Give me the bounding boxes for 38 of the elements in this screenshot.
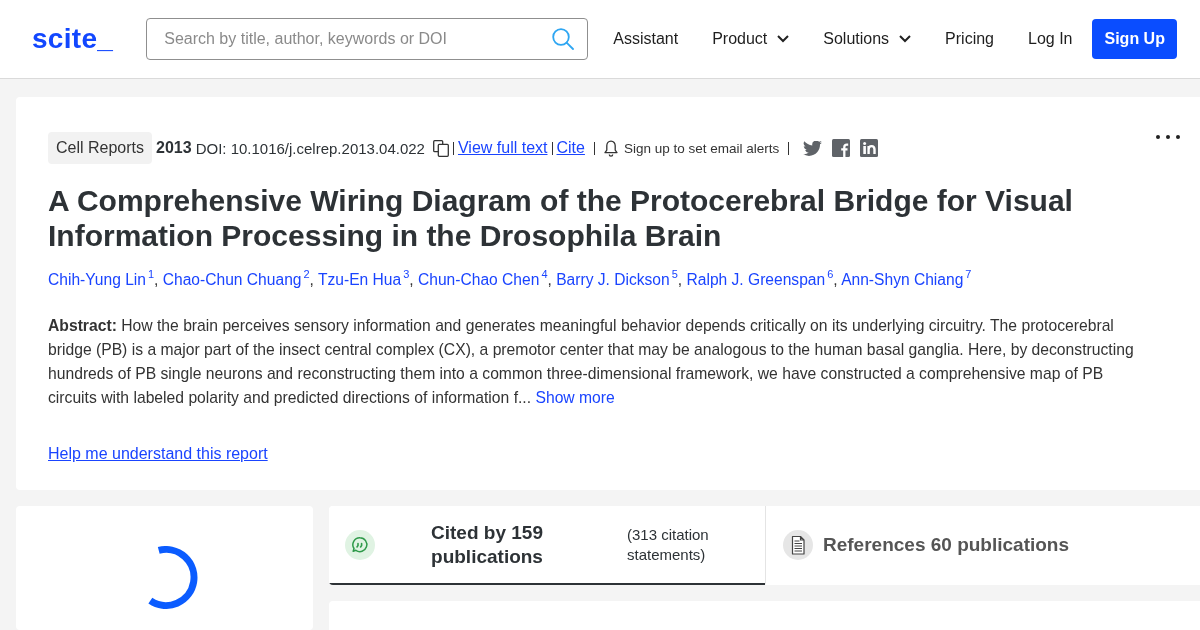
cite-link[interactable]: Cite	[556, 139, 585, 157]
publication-year: 2013	[156, 139, 192, 157]
author-list: Chih-Yung Lin$^{1}$, Chao-Chun Chuang$^{2}$, Tzu-En Hua$^{3}$, Chun-Chao Chen$^{4}$, Barry J. Dickson$^{5}$, Ralph J. Greenspan$^{6}$, Ann-Shyn Chiang$^{7}$	[48, 268, 1180, 292]
help-link[interactable]: Help me understand this report	[48, 442, 268, 466]
full-text-link[interactable]: View full text	[457, 139, 548, 157]
nav-link[interactable]: Assistant	[613, 30, 679, 48]
author-link[interactable]: Ralph J. Greenspan$^{6}$	[686, 271, 834, 288]
journal-tag: Cell Reports	[48, 132, 153, 164]
quote-bubble-icon	[345, 529, 375, 560]
author-link[interactable]: Chih-Yung Lin$^{1}$	[48, 271, 155, 288]
copy-icon[interactable]	[432, 139, 449, 157]
logo[interactable]: scite_	[32, 23, 114, 55]
nav-menu-button[interactable]: Product	[712, 30, 790, 48]
twitter-icon[interactable]	[803, 140, 823, 156]
document-icon	[783, 529, 813, 560]
more-icon[interactable]	[1156, 135, 1180, 139]
author-link[interactable]: Chao-Chun Chuang$^{2}$	[162, 271, 310, 288]
nav-menu-button[interactable]: Solutions	[823, 30, 912, 48]
doi-text: DOI: 10.1016/j.celrep.2013.04.022	[195, 139, 425, 157]
loading-spinner-icon	[148, 546, 198, 609]
linkedin-icon[interactable]	[860, 139, 879, 157]
nav-link[interactable]: Pricing	[945, 30, 994, 48]
abstract-text: Abstract: How the brain perceives sensory information and generates meaningful behavior depends critically on its underlying circuitry. The protocerebral bridge (PB) is a major part of the insect central complex (CX), a premotor center that may be analogous to the human basal ganglia. Here, by deconstructing hundreds of PB single neurons and reconstructing them into a common three-dimensional framework, we have constructed a comprehensive map of PB circuits with labeled polarity and predicted directions of information f... Show more	[48, 316, 1135, 408]
author-link[interactable]: Ann-Shyn Chiang$^{7}$	[841, 271, 972, 288]
nav-link[interactable]: Log In	[1028, 30, 1073, 48]
author-link[interactable]: Chun-Chao Chen$^{4}$	[418, 271, 548, 288]
author-link[interactable]: Tzu-En Hua$^{3}$	[318, 271, 410, 288]
chevron-down-icon	[899, 35, 912, 43]
search-field[interactable]: Search by title, author, keywords or DOI	[146, 18, 589, 60]
email-alert-link[interactable]: Sign up to set email alerts	[603, 139, 780, 157]
author-link[interactable]: Barry J. Dickson$^{5}$	[556, 271, 678, 288]
paper-title: A Comprehensive Wiring Diagram of the Protocerebral Bridge for Visual Information Processing in the Drosophila Brain	[48, 183, 1074, 253]
show-more-link[interactable]: Show more	[535, 389, 615, 406]
bell-icon	[603, 139, 618, 157]
facebook-icon[interactable]	[832, 139, 851, 157]
chevron-down-icon	[777, 35, 790, 43]
sign-up-button[interactable]: Sign Up	[1092, 19, 1177, 59]
search-icon[interactable]	[552, 28, 575, 50]
